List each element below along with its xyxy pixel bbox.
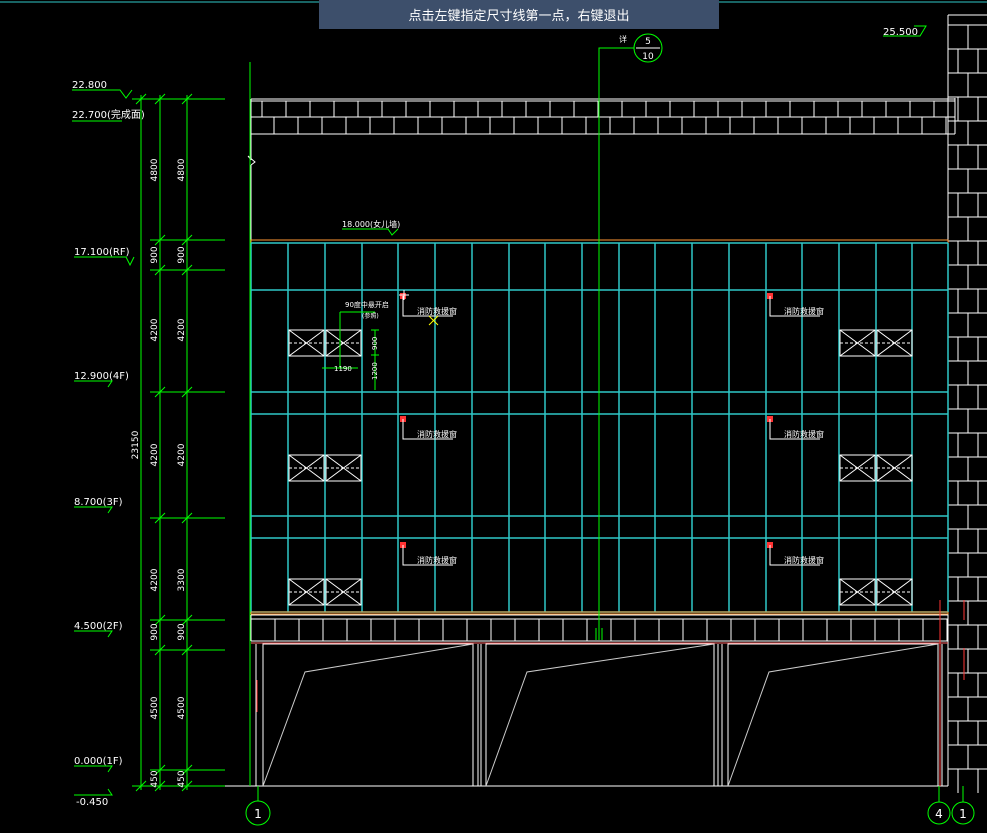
svg-text:消防救援窗: 消防救援窗 (417, 429, 457, 439)
axis-bubble-left[interactable]: 1 (245, 800, 271, 826)
svg-text:4: 4 (935, 807, 943, 821)
dim-outer: 4800 (150, 158, 160, 181)
rescue-window-labels: 消防救援窗 消防救援窗消防救援窗 消防救援窗消防救援窗 消防救援窗 (400, 293, 824, 566)
dim-outer: 4200 (150, 568, 160, 591)
window-note-width: 1190 (334, 365, 352, 373)
dim-inner: 3300 (177, 568, 187, 591)
dim-inner: 450 (177, 770, 187, 787)
command-prompt: 点击左键指定尺寸线第一点，右键退出 (319, 0, 719, 29)
rescue-window-label: 消防救援窗 (400, 542, 457, 566)
side-wall-brick-pattern (947, 15, 987, 793)
dim-inner: 4200 (177, 443, 187, 466)
axis-bubble-right-a[interactable]: 4 (927, 801, 951, 825)
dim-outer: 900 (150, 246, 160, 263)
callout-bottom: 10 (642, 52, 654, 62)
dim-total: 23150 (131, 430, 141, 459)
svg-text:消防救援窗: 消防救援窗 (784, 555, 824, 565)
elev-rf: 17.100(RF) (74, 247, 130, 258)
callout-prefix: 详 (619, 34, 627, 44)
svg-text:消防救援窗: 消防救援窗 (417, 306, 457, 316)
dimension-texts: 4800 900 4200 4200 4200 900 4500 450 4800 900 4200… (131, 158, 187, 787)
floor-brick-pattern (274, 619, 948, 641)
dim-outer: 450 (150, 770, 160, 787)
svg-text:消防救援窗: 消防救援窗 (784, 306, 824, 316)
dim-inner: 4500 (177, 696, 187, 719)
rescue-window-label: 消防救援窗 (767, 542, 824, 566)
dim-outer: 900 (150, 623, 160, 640)
svg-text:消防救援窗: 消防救援窗 (417, 555, 457, 565)
svg-text:1: 1 (959, 807, 967, 821)
dim-inner: 900 (177, 623, 187, 640)
detail-callout-line (595, 47, 634, 640)
callout-top: 5 (645, 37, 651, 47)
elev-parapet: 22.700(完成面) (72, 108, 145, 121)
dimension-lines (132, 93, 225, 792)
elevation-marks (72, 25, 927, 796)
window-note: 90度中悬开启 (参照) 1190 900 1200 (322, 300, 389, 390)
rescue-window-label: 消防救援窗 (767, 416, 824, 440)
window-note-sub: (参照) (362, 312, 379, 320)
elevation-labels: 25.500 22.800 22.700(完成面) 17.100(RF) 12.… (72, 27, 918, 808)
elev-roof-top: 22.800 (72, 80, 107, 91)
elev-3f: 8.700(3F) (74, 497, 123, 508)
dim-outer: 4500 (150, 696, 160, 719)
elev-4f: 12.900(4F) (74, 371, 129, 382)
svg-text:消防救援窗: 消防救援窗 (784, 429, 824, 439)
elev-ground: -0.450 (76, 797, 108, 808)
axis-bubble-right-b[interactable]: 1 (951, 801, 975, 825)
rescue-window-label: 消防救援窗 (400, 416, 457, 440)
ground-floor-doors (220, 642, 948, 787)
window-note-h1: 900 (371, 337, 379, 350)
axis-lines (257, 786, 964, 802)
roof-band (250, 98, 955, 135)
elev-curtain-top: 18.000(女儿墙) (342, 219, 400, 229)
cad-canvas[interactable]: 5 10 详 25.500 22.800 22.700(完成面) 17.100(… (0, 0, 987, 833)
elev-2f: 4.500(2F) (74, 621, 123, 632)
svg-text:1: 1 (254, 807, 262, 821)
elev-top-right: 25.500 (883, 27, 918, 38)
rescue-window-label: 消防救援窗 (767, 293, 824, 317)
elevation-drawing[interactable]: 5 10 详 25.500 22.800 22.700(完成面) 17.100(… (0, 0, 987, 833)
dim-inner: 4200 (177, 318, 187, 341)
dim-outer: 4200 (150, 443, 160, 466)
window-note-h2: 1200 (371, 362, 379, 380)
dim-inner: 4800 (177, 158, 187, 181)
dim-inner: 900 (177, 246, 187, 263)
window-note-title: 90度中悬开启 (345, 300, 389, 309)
elev-1f: 0.000(1F) (74, 756, 123, 767)
rescue-window-label: 消防救援窗 (400, 293, 457, 317)
dim-outer: 4200 (150, 318, 160, 341)
